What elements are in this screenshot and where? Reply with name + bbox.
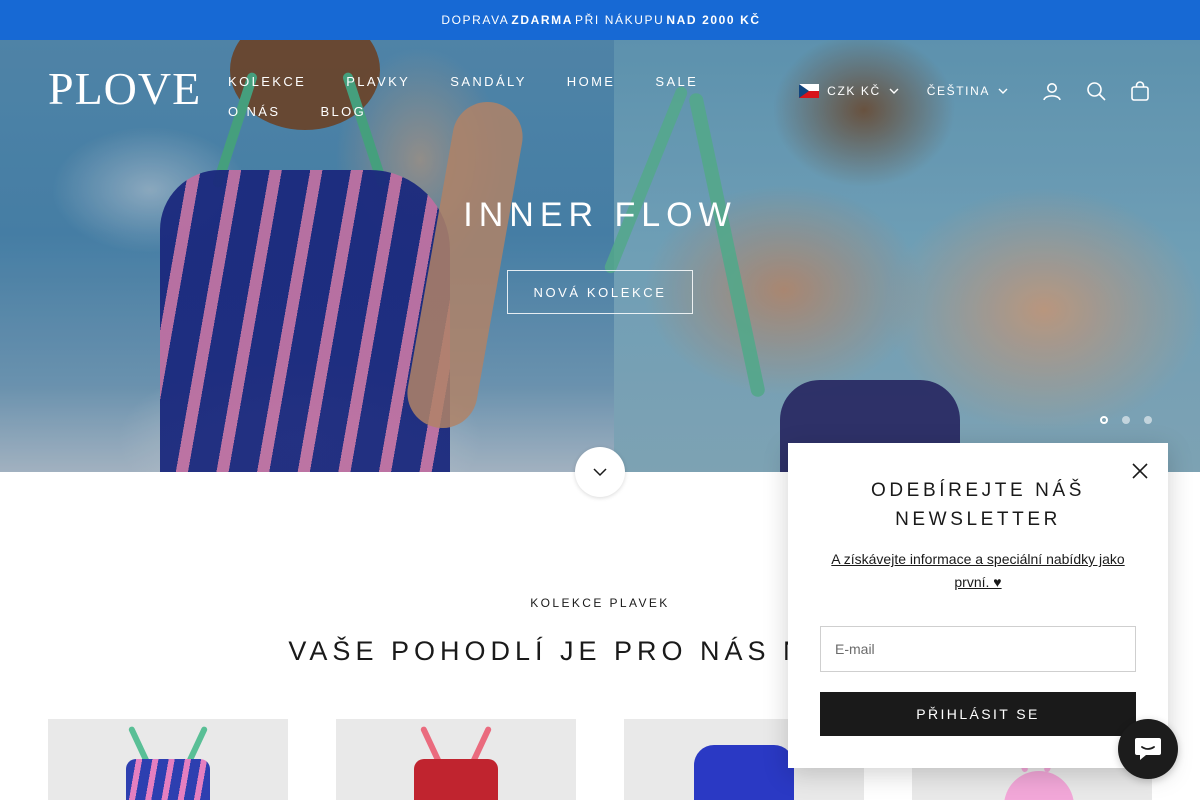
- chevron-down-icon: [593, 468, 607, 477]
- newsletter-text[interactable]: A získávejte informace a speciální nabíd…: [824, 548, 1132, 594]
- new-collection-button[interactable]: NOVÁ KOLEKCE: [507, 270, 693, 314]
- nav-item-home[interactable]: HOME: [567, 74, 616, 89]
- newsletter-title: ODEBÍREJTE NÁŠ NEWSLETTER: [870, 480, 1086, 530]
- subscribe-button[interactable]: PŘIHLÁSIT SE: [820, 692, 1136, 736]
- language-label: ČEŠTINA: [926, 84, 990, 98]
- newsletter-popup: ODEBÍREJTE NÁŠ NEWSLETTER A získávejte i…: [788, 443, 1168, 768]
- announcement-text-1: DOPRAVA: [441, 13, 510, 27]
- product-image: [694, 745, 794, 800]
- chat-icon: [1135, 738, 1161, 760]
- product-image: [126, 759, 210, 800]
- nav-item-blog[interactable]: BLOG: [320, 104, 366, 119]
- announcement-text-2: ZDARMA: [511, 13, 574, 27]
- announcement-text-4: NAD 2000 KČ: [666, 13, 761, 27]
- close-icon[interactable]: [1130, 461, 1150, 481]
- chat-button[interactable]: [1118, 719, 1178, 779]
- nav-item-o-nas[interactable]: O NÁS: [228, 104, 280, 119]
- hero-title: INNER FLOW: [463, 196, 737, 234]
- cart-icon[interactable]: [1128, 79, 1152, 103]
- search-icon[interactable]: [1084, 79, 1108, 103]
- nav-item-sandaly[interactable]: SANDÁLY: [450, 74, 527, 89]
- product-card[interactable]: [336, 719, 576, 800]
- chevron-down-icon: [889, 88, 899, 94]
- slide-dot-2[interactable]: [1122, 416, 1130, 424]
- product-card[interactable]: [48, 719, 288, 800]
- currency-selector[interactable]: CZK KČ: [799, 84, 899, 98]
- slide-dot-3[interactable]: [1144, 416, 1152, 424]
- nav-item-sale[interactable]: SALE: [655, 74, 698, 89]
- account-icon[interactable]: [1040, 79, 1064, 103]
- nav-item-plavky[interactable]: PLAVKY: [346, 74, 410, 89]
- announcement-bar: DOPRAVA ZDARMA PŘI NÁKUPU NAD 2000 KČ: [0, 0, 1200, 40]
- email-field[interactable]: [820, 626, 1136, 672]
- product-image: [414, 759, 498, 800]
- main-nav: KOLEKCE PLAVKY SANDÁLY HOME SALE O NÁS B…: [228, 66, 708, 126]
- czech-flag-icon: [799, 84, 820, 98]
- logo[interactable]: PLOVE: [48, 66, 201, 112]
- slide-dot-1[interactable]: [1100, 416, 1108, 424]
- scroll-down-button[interactable]: [575, 447, 625, 497]
- nav-item-kolekce[interactable]: KOLEKCE: [228, 74, 306, 89]
- slideshow-dots: [1100, 416, 1152, 424]
- announcement-text-3: PŘI NÁKUPU: [575, 13, 665, 27]
- chevron-down-icon: [998, 88, 1008, 94]
- currency-label: CZK KČ: [827, 84, 881, 98]
- header-actions: CZK KČ ČEŠTINA: [799, 76, 1152, 106]
- product-image: [1004, 771, 1074, 800]
- language-selector[interactable]: ČEŠTINA: [927, 84, 1008, 98]
